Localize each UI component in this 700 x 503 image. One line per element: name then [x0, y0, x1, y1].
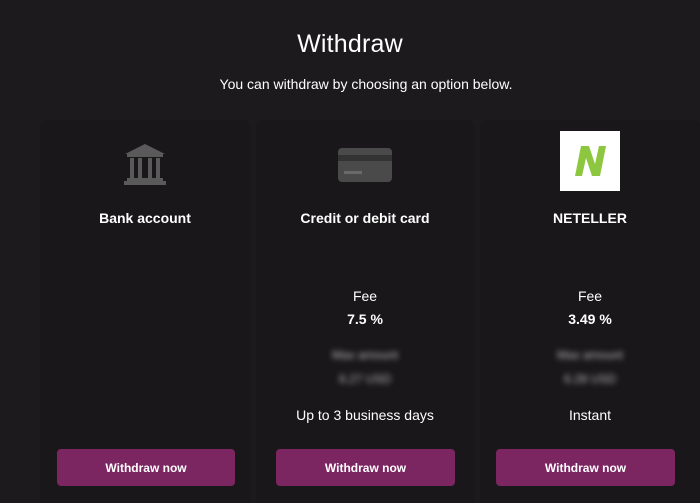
withdraw-page: Withdraw You can withdraw by choosing an…: [0, 0, 700, 503]
processing-time: Up to 3 business days: [296, 407, 434, 423]
option-name: NETELLER: [553, 210, 627, 226]
fee-label: Fee: [352, 288, 378, 304]
withdraw-now-button-neteller[interactable]: Withdraw now: [496, 449, 675, 486]
withdraw-option-credit-card: Credit or debit card Fee 7.5 % Max amoun…: [256, 120, 474, 503]
max-amount-label: Max amount: [331, 348, 399, 362]
withdraw-now-button-credit-card[interactable]: Withdraw now: [276, 449, 455, 486]
bank-icon: [40, 140, 250, 188]
fee-value: 7.5 %: [347, 311, 383, 327]
neteller-logo: [560, 131, 620, 191]
withdraw-now-button-bank-account[interactable]: Withdraw now: [57, 449, 235, 486]
fee-value: 3.49 %: [568, 311, 612, 327]
option-name: Bank account: [99, 210, 191, 226]
processing-time: Instant: [568, 407, 612, 423]
page-subtitle: You can withdraw by choosing an option b…: [219, 76, 513, 92]
max-amount-label: Max amount: [556, 348, 624, 362]
withdraw-option-neteller: NETELLER Fee 3.49 % Max amount 6.28 USD …: [480, 120, 700, 503]
fee-label: Fee: [577, 288, 603, 304]
neteller-logo-wrap: [480, 131, 700, 191]
max-amount-value: 6.27 USD: [338, 372, 392, 386]
max-amount-value: 6.28 USD: [563, 372, 617, 386]
option-name: Credit or debit card: [300, 210, 430, 226]
withdraw-option-bank-account: Bank account Withdraw now: [40, 120, 250, 503]
credit-card-icon: [256, 140, 474, 188]
page-title: Withdraw: [297, 30, 403, 58]
